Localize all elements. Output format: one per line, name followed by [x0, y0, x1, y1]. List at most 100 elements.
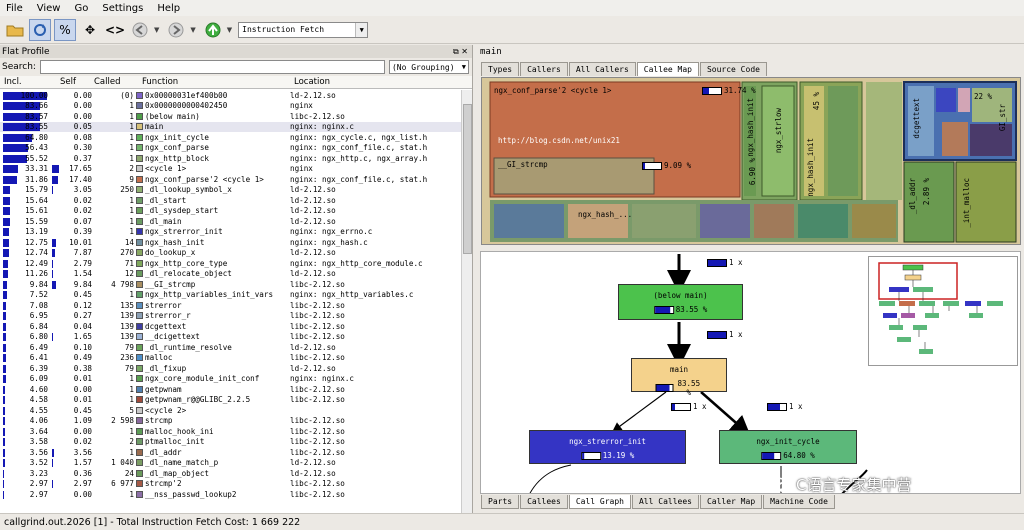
table-row[interactable]: 3.58 0.02 2 ptmalloc_init libc-2.12.so	[0, 437, 461, 448]
table-row[interactable]: 15.79 3.05 250 _dl_lookup_symbol_x ld-2.12.s…	[0, 185, 461, 196]
panel-controls-icon[interactable]: ⧉ ✕	[453, 47, 468, 57]
table-row[interactable]: 3.56 3.56 1 _dl_addr libc-2.12.so	[0, 447, 461, 458]
table-row[interactable]: 56.43 0.30 1 ngx_conf_parse nginx: ngx_conf_…	[0, 143, 461, 154]
cell-self-value: 0.02	[73, 437, 92, 447]
cell-self-value: 0.38	[73, 363, 92, 373]
cycle-detection-icon[interactable]	[29, 18, 51, 41]
treemap-label-strlow: ngx_strlow	[774, 108, 783, 154]
table-row[interactable]: 9.84 9.84 4 798 __GI_strcmp libc-2.12.so	[0, 279, 461, 290]
cell-self-value: 0.30	[73, 143, 92, 153]
forward-icon[interactable]	[165, 19, 187, 41]
cell-incl-value: 33.31	[25, 164, 48, 174]
table-row[interactable]: 2.97 0.00 1 __nss_passwd_lookup2 libc-2.12.s…	[0, 489, 461, 500]
table-row[interactable]: 83.66 0.00 1 0x0000000000402450 nginx	[0, 101, 461, 112]
scrollbar-thumb[interactable]	[463, 104, 472, 254]
tab-machine-code[interactable]: Machine Code	[763, 495, 835, 509]
back-dropdown-icon[interactable]: ▼	[154, 26, 159, 34]
cell-location: ld-2.12.so	[290, 90, 336, 100]
table-row[interactable]: 6.39 0.38 79 _dl_fixup ld-2.12.so	[0, 363, 461, 374]
col-self[interactable]: Self	[50, 77, 92, 87]
table-row[interactable]: 13.19 0.39 1 ngx_strerror_init nginx: ngx_er…	[0, 227, 461, 238]
table-row[interactable]: 2.97 2.97 6 977 strcmp'2 libc-2.12.so	[0, 479, 461, 490]
cell-called: 1	[129, 101, 134, 111]
table-row[interactable]: 3.23 0.36 24 _dl_map_object ld-2.12.so	[0, 468, 461, 479]
treemap-label-dcgettext: dcgettext	[912, 98, 921, 139]
up-icon[interactable]	[202, 19, 224, 41]
graph-overview-minimap[interactable]	[868, 256, 1018, 366]
table-row[interactable]: 7.52 0.45 1 ngx_http_variables_init_vars ngi…	[0, 290, 461, 301]
cell-called: 1	[129, 384, 134, 394]
forward-dropdown-icon[interactable]: ▼	[190, 26, 195, 34]
col-called[interactable]: Called	[92, 77, 136, 87]
table-row[interactable]: 3.52 1.57 1 040 _dl_name_match_p ld-2.12.so	[0, 458, 461, 469]
table-row[interactable]: 12.75 10.01 14 ngx_hash_init nginx: ngx_hash…	[0, 237, 461, 248]
back-icon[interactable]	[129, 19, 151, 41]
up-dropdown-icon[interactable]: ▼	[227, 26, 232, 34]
percentage-icon[interactable]: %	[54, 18, 76, 41]
cell-self: 0.01	[50, 374, 92, 383]
grouping-select[interactable]: (No Grouping) ▼	[388, 60, 469, 74]
table-row[interactable]: 6.49 0.10 79 _dl_runtime_resolve ld-2.12.so	[0, 342, 461, 353]
tab-callee-map[interactable]: Callee Map	[636, 62, 699, 76]
table-row[interactable]: 15.61 0.02 1 _dl_sysdep_start ld-2.12.so	[0, 206, 461, 217]
table-row[interactable]: 100.00 0.00 (0) 0x00000031ef400b00 ld-2.12.s…	[0, 90, 461, 101]
table-row[interactable]: 4.60 0.00 1 getpwnam libc-2.12.so	[0, 384, 461, 395]
cell-incl: 100.00	[0, 91, 50, 100]
col-location[interactable]: Location	[286, 77, 456, 87]
call-graph[interactable]: 1 x (below main) 83.55 % 1 x main 83.55 …	[480, 251, 1021, 494]
table-row[interactable]: 15.59 0.07 1 _dl_main ld-2.12.so	[0, 216, 461, 227]
tab-callees[interactable]: Callees	[520, 495, 568, 509]
table-row[interactable]: 3.64 0.00 1 malloc_hook_ini libc-2.12.so	[0, 426, 461, 437]
table-row[interactable]: 6.84 0.04 139 dcgettext libc-2.12.so	[0, 321, 461, 332]
node-init-cycle[interactable]: ngx_init_cycle 64.80 %	[719, 430, 857, 464]
scrollbar[interactable]	[461, 90, 472, 513]
callee-map[interactable]: ngx_conf_parse'2 <cycle 1> 31.74 % http:…	[481, 77, 1021, 245]
col-incl[interactable]: Incl.	[0, 77, 50, 87]
tab-all-callers[interactable]: All Callers	[568, 62, 636, 76]
menu-file[interactable]: File	[6, 3, 23, 14]
table-row[interactable]: 6.09 0.01 1 ngx_core_module_init_conf nginx:…	[0, 374, 461, 385]
search-input[interactable]	[39, 60, 385, 74]
event-type-select[interactable]: Instruction Fetch ▼	[238, 21, 369, 38]
self-bar	[52, 333, 53, 342]
code-brackets-icon[interactable]: <>	[104, 19, 126, 41]
menu-go[interactable]: Go	[74, 3, 88, 14]
tab-source-code[interactable]: Source Code	[699, 62, 767, 76]
tab-caller-map[interactable]: Caller Map	[699, 495, 763, 509]
table-row[interactable]: 11.26 1.54 12 _dl_relocate_object ld-2.12.so	[0, 269, 461, 280]
table-row[interactable]: 83.57 0.00 1 (below main) libc-2.12.so	[0, 111, 461, 122]
tab-all-callees[interactable]: All Callees	[631, 495, 699, 509]
table-row[interactable]: 4.55 0.45 5 <cycle 2>	[0, 405, 461, 416]
table-row[interactable]: 4.58 0.01 1 getpwnam_r@@GLIBC_2.2.5 libc-2.1…	[0, 395, 461, 406]
node-main[interactable]: main 83.55 %	[631, 358, 727, 397]
col-function[interactable]: Function	[136, 77, 286, 87]
table-row[interactable]: 15.64 0.02 1 _dl_start ld-2.12.so	[0, 195, 461, 206]
cell-self: 0.00	[50, 490, 92, 499]
cell-self: 1.65	[50, 332, 92, 342]
table-row[interactable]: 12.74 7.87 270 do_lookup_x ld-2.12.so	[0, 248, 461, 259]
menu-settings[interactable]: Settings	[102, 3, 143, 14]
table-row[interactable]: 6.80 1.65 139 __dcigettext libc-2.12.so	[0, 332, 461, 343]
table-row[interactable]: 64.80 0.08 1 ngx_init_cycle nginx: ngx_cycle…	[0, 132, 461, 143]
menu-view[interactable]: View	[37, 3, 61, 14]
table-row[interactable]: 6.95 0.27 139 strerror_r libc-2.12.so	[0, 311, 461, 322]
open-folder-icon[interactable]	[4, 19, 26, 41]
move-cross-icon[interactable]: ✥	[79, 19, 101, 41]
table-row[interactable]: 6.41 0.49 236 malloc libc-2.12.so	[0, 353, 461, 364]
node-strerror-init[interactable]: ngx_strerror_init 13.19 %	[529, 430, 686, 464]
cell-function-name: _dl_lookup_symbol_x	[145, 185, 232, 195]
table-row[interactable]: 55.52 0.37 1 ngx_http_block nginx: ngx_http.…	[0, 153, 461, 164]
table-row[interactable]: 31.86 17.40 9 ngx_conf_parse'2 <cycle 1> ngi…	[0, 174, 461, 185]
table-row[interactable]: 33.31 17.65 2 <cycle 1> nginx	[0, 164, 461, 175]
cell-self: 1.54	[50, 269, 92, 279]
table-row[interactable]: 7.08 0.12 135 strerror libc-2.12.so	[0, 300, 461, 311]
tab-types[interactable]: Types	[481, 62, 520, 76]
tab-callers[interactable]: Callers	[520, 62, 568, 76]
tab-parts[interactable]: Parts	[481, 495, 520, 509]
tab-call-graph[interactable]: Call Graph	[568, 495, 631, 509]
table-row[interactable]: 4.06 1.09 2 598 strcmp libc-2.12.so	[0, 416, 461, 427]
table-row[interactable]: 12.49 2.79 71 ngx_http_core_type nginx: ngx_…	[0, 258, 461, 269]
node-below-main[interactable]: (below main) 83.55 %	[618, 284, 743, 320]
table-row[interactable]: 83.55 0.05 1 main nginx: nginx.c	[0, 121, 461, 132]
menu-help[interactable]: Help	[157, 3, 180, 14]
